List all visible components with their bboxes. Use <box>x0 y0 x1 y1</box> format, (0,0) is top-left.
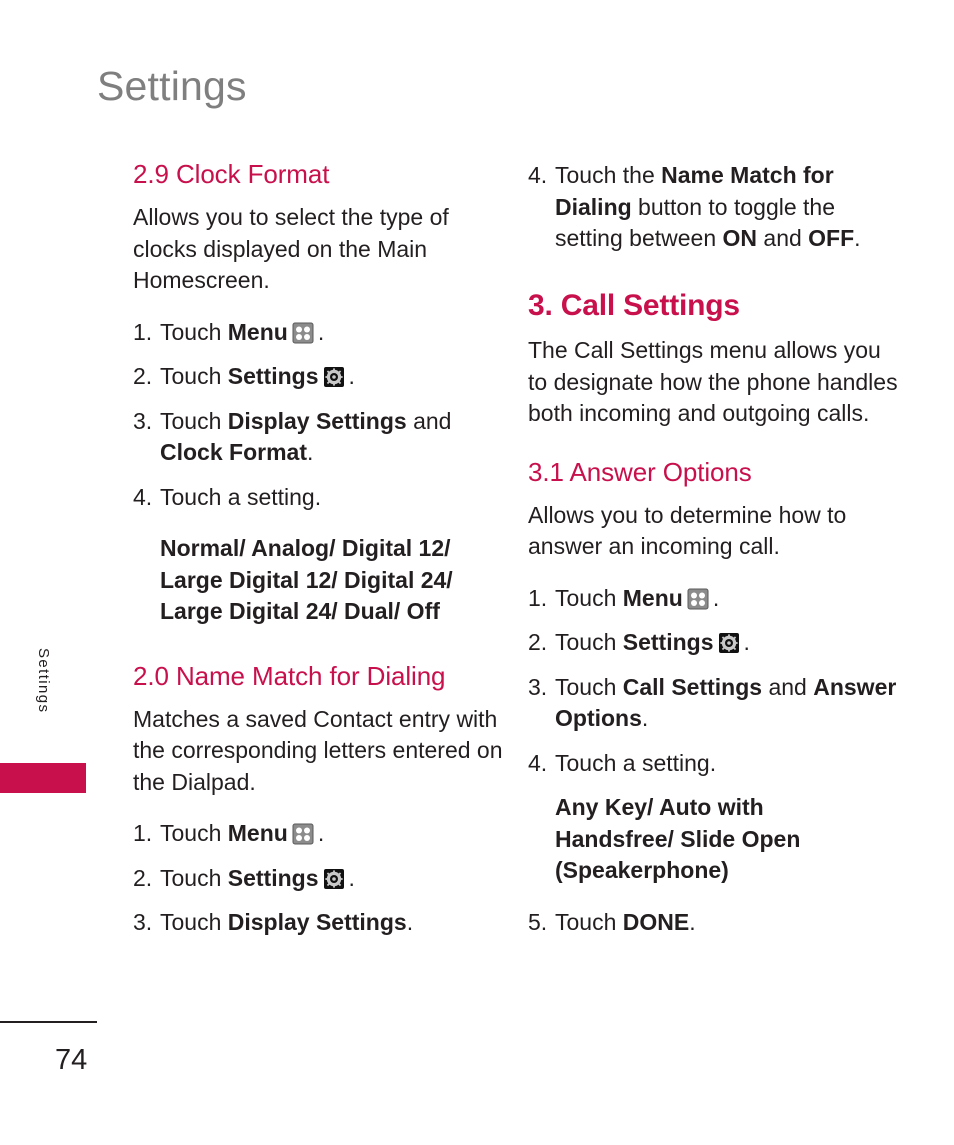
menu-grid-icon <box>290 823 316 845</box>
settings-gear-icon <box>716 632 742 654</box>
step-item: 4. Touch the Name Match for Dialing butt… <box>528 160 900 255</box>
option-line: Handsfree/ Slide Open <box>555 825 801 852</box>
intro-call-settings: The Call Settings menu allows you to des… <box>528 337 898 427</box>
heading-clock-format: 2.9 Clock Format <box>133 159 330 189</box>
step-text: Touch Menu. <box>160 318 325 345</box>
step-item: 1. Touch Menu. <box>133 317 505 349</box>
menu-grid-icon <box>685 588 711 610</box>
step-number: 1. <box>528 584 548 611</box>
option-list-clock-format: Normal/ Analog/ Digital 12/ Large Digita… <box>133 533 505 628</box>
side-tab-marker <box>0 763 86 793</box>
step-number: 3. <box>133 909 153 936</box>
step-number: 1. <box>133 318 153 345</box>
heading-call-settings: 3. Call Settings <box>528 288 740 322</box>
step-number: 3. <box>528 673 548 700</box>
heading-name-match: 2.0 Name Match for Dialing <box>133 660 446 691</box>
intro-answer-options: Allows you to determine how to answer an… <box>528 501 847 560</box>
step-item: 1. Touch Menu. <box>528 583 900 615</box>
step-item: 3. Touch Display Settings. <box>133 907 505 939</box>
step-text: Touch Display Settings. <box>160 909 414 936</box>
step-text: Touch a setting. <box>160 483 322 510</box>
option-line: Normal/ Analog/ Digital 12/ <box>160 535 451 562</box>
option-line: Any Key/ Auto with <box>555 794 764 821</box>
right-column: 4. Touch the Name Match for Dialing butt… <box>528 160 900 938</box>
intro-name-match: Matches a saved Contact entry with the c… <box>133 705 503 795</box>
step-number: 1. <box>133 820 153 847</box>
step-number: 3. <box>133 407 153 434</box>
footer-divider <box>0 1021 97 1023</box>
option-line: Large Digital 12/ Digital 24/ <box>160 566 453 593</box>
option-list-answer-options: Any Key/ Auto with Handsfree/ Slide Open… <box>528 792 900 887</box>
side-tab-label: Settings <box>35 648 52 714</box>
settings-gear-icon <box>321 366 347 388</box>
page-number: 74 <box>55 1044 88 1076</box>
step-item: 2. Touch Settings. <box>133 361 505 393</box>
left-column: 2.9 Clock Format Allows you to select th… <box>133 159 505 939</box>
step-text: Touch Menu. <box>160 820 325 847</box>
step-text: Touch the Name Match for Dialing button … <box>555 162 861 251</box>
step-number: 4. <box>528 162 548 188</box>
step-item: 2. Touch Settings. <box>528 627 900 659</box>
step-item: 3. Touch Display Settings and Clock Form… <box>133 406 505 469</box>
step-text: Touch Menu. <box>555 584 720 611</box>
step-text: Touch DONE. <box>555 908 696 935</box>
step-number: 2. <box>133 363 153 390</box>
step-item: 4. Touch a setting. <box>528 748 900 780</box>
step-number: 5. <box>528 908 548 935</box>
step-number: 2. <box>528 629 548 656</box>
step-number: 4. <box>528 749 548 776</box>
intro-clock-format: Allows you to select the type of clocks … <box>133 204 449 294</box>
page-title: Settings <box>97 63 247 109</box>
step-text: Touch Display Settings and Clock Format. <box>160 407 452 466</box>
step-text: Touch Settings. <box>555 629 750 656</box>
step-text: Touch Settings. <box>160 864 355 891</box>
step-item: 2. Touch Settings. <box>133 863 505 895</box>
step-number: 2. <box>133 864 153 891</box>
step-text: Touch a setting. <box>555 749 717 776</box>
menu-grid-icon <box>290 322 316 344</box>
step-item: 1. Touch Menu. <box>133 818 505 850</box>
option-line: (Speakerphone) <box>555 857 729 884</box>
step-item: 5. Touch DONE. <box>528 907 900 939</box>
step-text: Touch Call Settings and Answer Options. <box>555 673 897 732</box>
step-number: 4. <box>133 483 153 510</box>
option-line: Large Digital 24/ Dual/ Off <box>160 598 440 625</box>
step-item: 3. Touch Call Settings and Answer Option… <box>528 672 900 735</box>
step-item: 4. Touch a setting. <box>133 482 505 514</box>
heading-answer-options: 3.1 Answer Options <box>528 456 752 487</box>
settings-gear-icon <box>321 868 347 890</box>
step-text: Touch Settings. <box>160 363 355 390</box>
